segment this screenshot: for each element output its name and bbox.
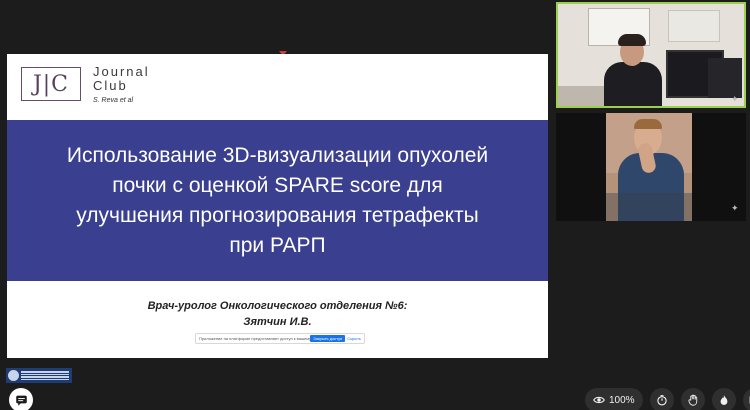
shared-screen-slide: J|C Journal Club S. Reva et al Использов… — [7, 54, 548, 358]
screen-share-bar: Приложение на платформе предоставляет до… — [195, 333, 365, 344]
zoom-control[interactable]: 100% — [585, 388, 643, 410]
brand-author: S. Reva et al — [93, 97, 134, 104]
reactions-button[interactable] — [711, 388, 736, 410]
institution-seal-icon — [8, 370, 19, 381]
presenter-role: Врач-уролог Онкологического отделения №6… — [147, 300, 408, 312]
hide-share-bar-link[interactable]: Скрыть — [347, 336, 361, 341]
institution-watermark-logo — [6, 368, 72, 383]
raise-hand-button[interactable] — [680, 388, 705, 410]
conference-window: J|C Journal Club S. Reva et al Использов… — [0, 0, 750, 410]
chat-icon — [15, 395, 27, 406]
brand-line-1: Journal — [93, 64, 150, 79]
chat-button[interactable] — [9, 388, 33, 410]
stop-sharing-button[interactable]: Закрыть доступ — [310, 335, 346, 342]
share-bar-text: Приложение на платформе предоставляет до… — [199, 336, 311, 341]
journal-club-logo: J|C — [21, 67, 81, 101]
journal-club-brand: Journal Club S. Reva et al — [93, 65, 150, 108]
timer-button[interactable] — [649, 388, 674, 410]
slide-title-band: Использование 3D-визуализации опухолей п… — [7, 120, 548, 281]
pin-icon[interactable]: ✦ — [731, 203, 741, 213]
brand-line-2: Club — [93, 78, 128, 93]
bottom-toolbar: 100% — [585, 388, 750, 410]
participant-video-active-speaker[interactable] — [556, 2, 746, 108]
participant-video-2[interactable] — [556, 113, 746, 221]
raise-hand-icon — [687, 394, 697, 406]
layout-button[interactable] — [742, 388, 750, 410]
presenter-name: Зятчин И.В. — [243, 316, 312, 328]
slide-title: Использование 3D-визуализации опухолей п… — [66, 143, 489, 257]
eye-icon — [593, 396, 605, 404]
pin-icon[interactable]: ✦ — [731, 94, 741, 104]
zoom-value: 100% — [609, 394, 635, 406]
reaction-icon — [720, 395, 727, 405]
timer-icon — [656, 395, 667, 406]
